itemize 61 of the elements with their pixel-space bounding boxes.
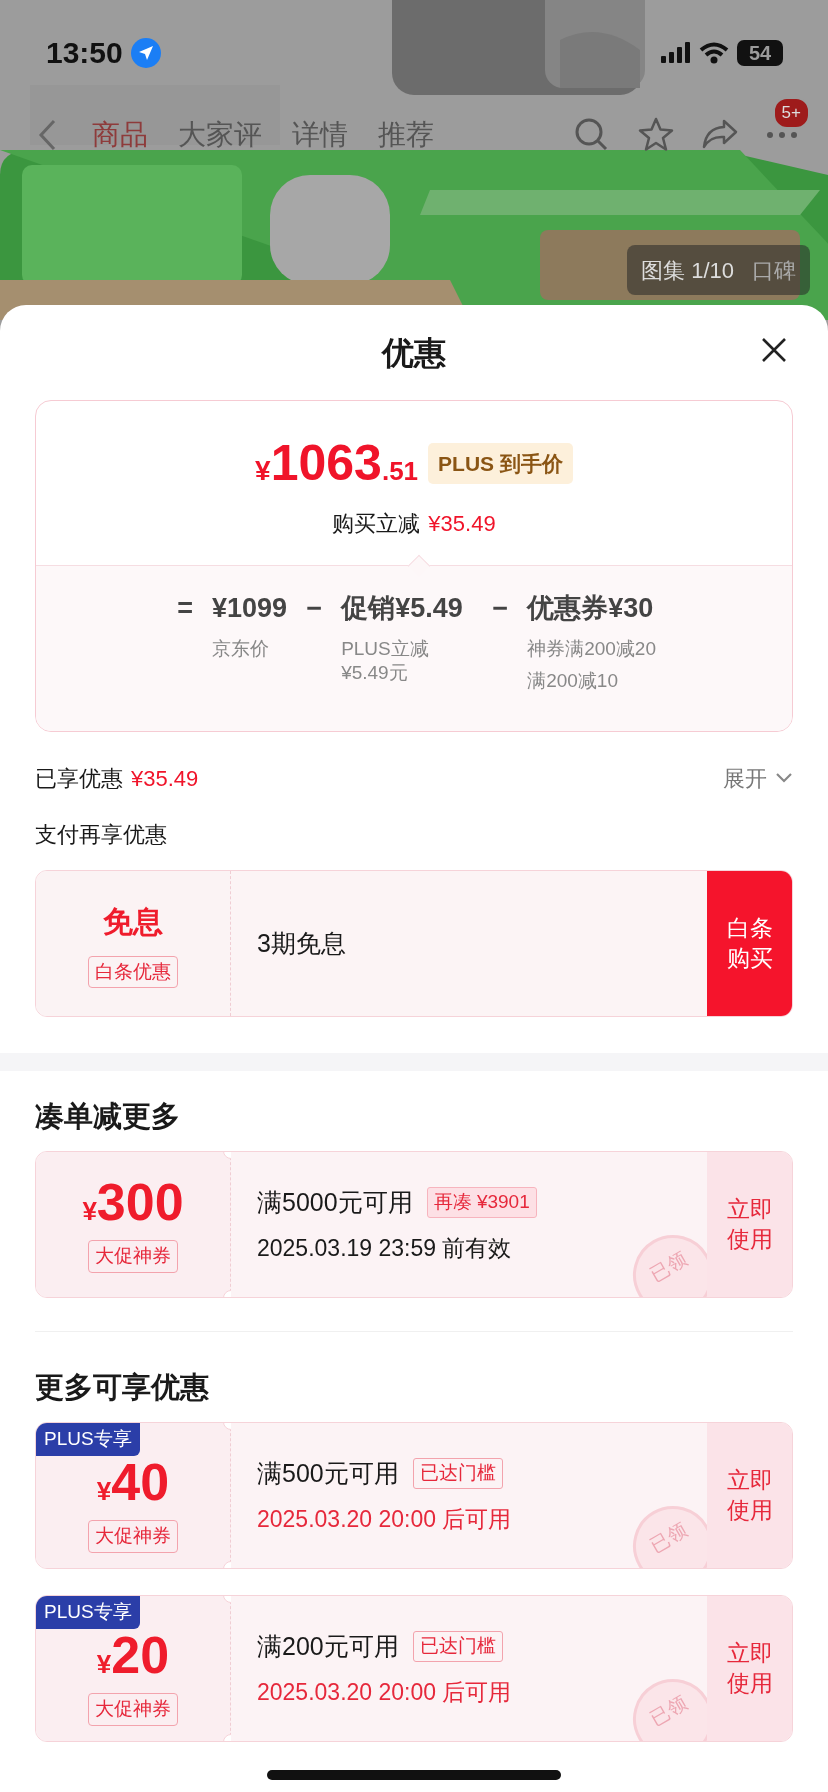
use-button[interactable]: 立即使用 <box>707 1596 792 1741</box>
coupon-condition: 满500元可用 <box>257 1457 399 1489</box>
section-label: 支付再享优惠 <box>35 821 168 849</box>
offer-description: 3期免息 <box>257 927 347 959</box>
breakdown-note: PLUS立减¥5.49元 <box>341 636 430 686</box>
saving-label: 购买立减 <box>332 510 421 538</box>
coupon-tag: 已达门槛 <box>412 1458 503 1489</box>
enjoyed-label: 已享优惠 <box>35 764 123 793</box>
coupon-type: 大促神券 <box>88 1520 178 1553</box>
status-time: 13:50 <box>46 35 123 71</box>
search-icon[interactable] <box>574 117 610 153</box>
location-icon <box>130 37 161 68</box>
coupon-amount: ¥20 <box>96 1629 170 1682</box>
saving-amount: ¥35.49 <box>428 510 496 538</box>
operator-sign: − <box>305 592 323 625</box>
price-amount: ¥1063.51 <box>255 434 419 493</box>
product-tab[interactable]: 详情 <box>292 114 348 156</box>
section-title: 凑单减更多 <box>35 1099 181 1134</box>
section-title: 更多可享优惠 <box>35 1370 210 1405</box>
coupon-validity: 2025.03.20 20:00 后可用 <box>257 1678 512 1707</box>
use-button[interactable]: 立即使用 <box>707 1423 792 1568</box>
breakdown-note: 京东价 <box>212 636 270 661</box>
breakdown-amount: 促销¥5.49 <box>341 592 463 625</box>
coupon-type: 大促神券 <box>88 1693 178 1726</box>
operator-sign: = <box>176 592 194 625</box>
wifi-icon <box>699 41 729 64</box>
offer-name: 免息 <box>103 903 163 940</box>
plus-badge: PLUS专享 <box>36 1423 140 1456</box>
coupon-type: 大促神券 <box>88 1240 178 1273</box>
expand-toggle[interactable]: 展开 <box>723 761 793 795</box>
product-tab[interactable]: 大家评 <box>178 114 262 156</box>
offer-tag: 白条优惠 <box>88 955 178 989</box>
coupon-amount: ¥300 <box>82 1176 184 1229</box>
chevron-down-icon <box>775 772 793 784</box>
plus-badge: PLUS专享 <box>36 1596 140 1629</box>
price-tag: PLUS 到手价 <box>428 442 573 485</box>
battery-level: 54 <box>737 39 783 66</box>
product-tab[interactable]: 推荐 <box>378 114 434 156</box>
coupon-validity: 2025.03.19 23:59 前有效 <box>257 1234 512 1263</box>
coupon-tag: 再凑 ¥3901 <box>426 1187 537 1218</box>
enjoyed-amount: ¥35.49 <box>131 764 199 793</box>
coupon-tag: 已达门槛 <box>412 1631 503 1662</box>
gallery-tab[interactable]: 图集 1/10 <box>641 253 734 287</box>
coupon-condition: 满5000元可用 <box>257 1186 413 1218</box>
signal-icon <box>661 41 691 64</box>
breakdown-note: 满200减10 <box>527 669 618 694</box>
coupon-amount: ¥40 <box>96 1456 170 1509</box>
breakdown-amount: 优惠券¥30 <box>527 592 654 625</box>
breakdown-note: 神券满200减20 <box>527 636 656 661</box>
back-icon[interactable] <box>38 119 58 151</box>
product-tab[interactable]: 商品 <box>92 114 148 156</box>
coupon-condition: 满200元可用 <box>257 1630 399 1662</box>
sheet-title: 优惠 <box>382 333 446 373</box>
coupon-validity: 2025.03.20 20:00 后可用 <box>257 1505 512 1534</box>
operator-sign: − <box>491 592 509 625</box>
breakdown-amount: ¥1099 <box>212 592 288 625</box>
close-icon[interactable] <box>761 337 787 363</box>
pay-button[interactable]: 白条购买 <box>707 871 792 1016</box>
star-icon[interactable] <box>638 117 674 153</box>
gallery-tab[interactable]: 口碑 <box>752 253 796 287</box>
use-button[interactable]: 立即使用 <box>707 1152 792 1297</box>
